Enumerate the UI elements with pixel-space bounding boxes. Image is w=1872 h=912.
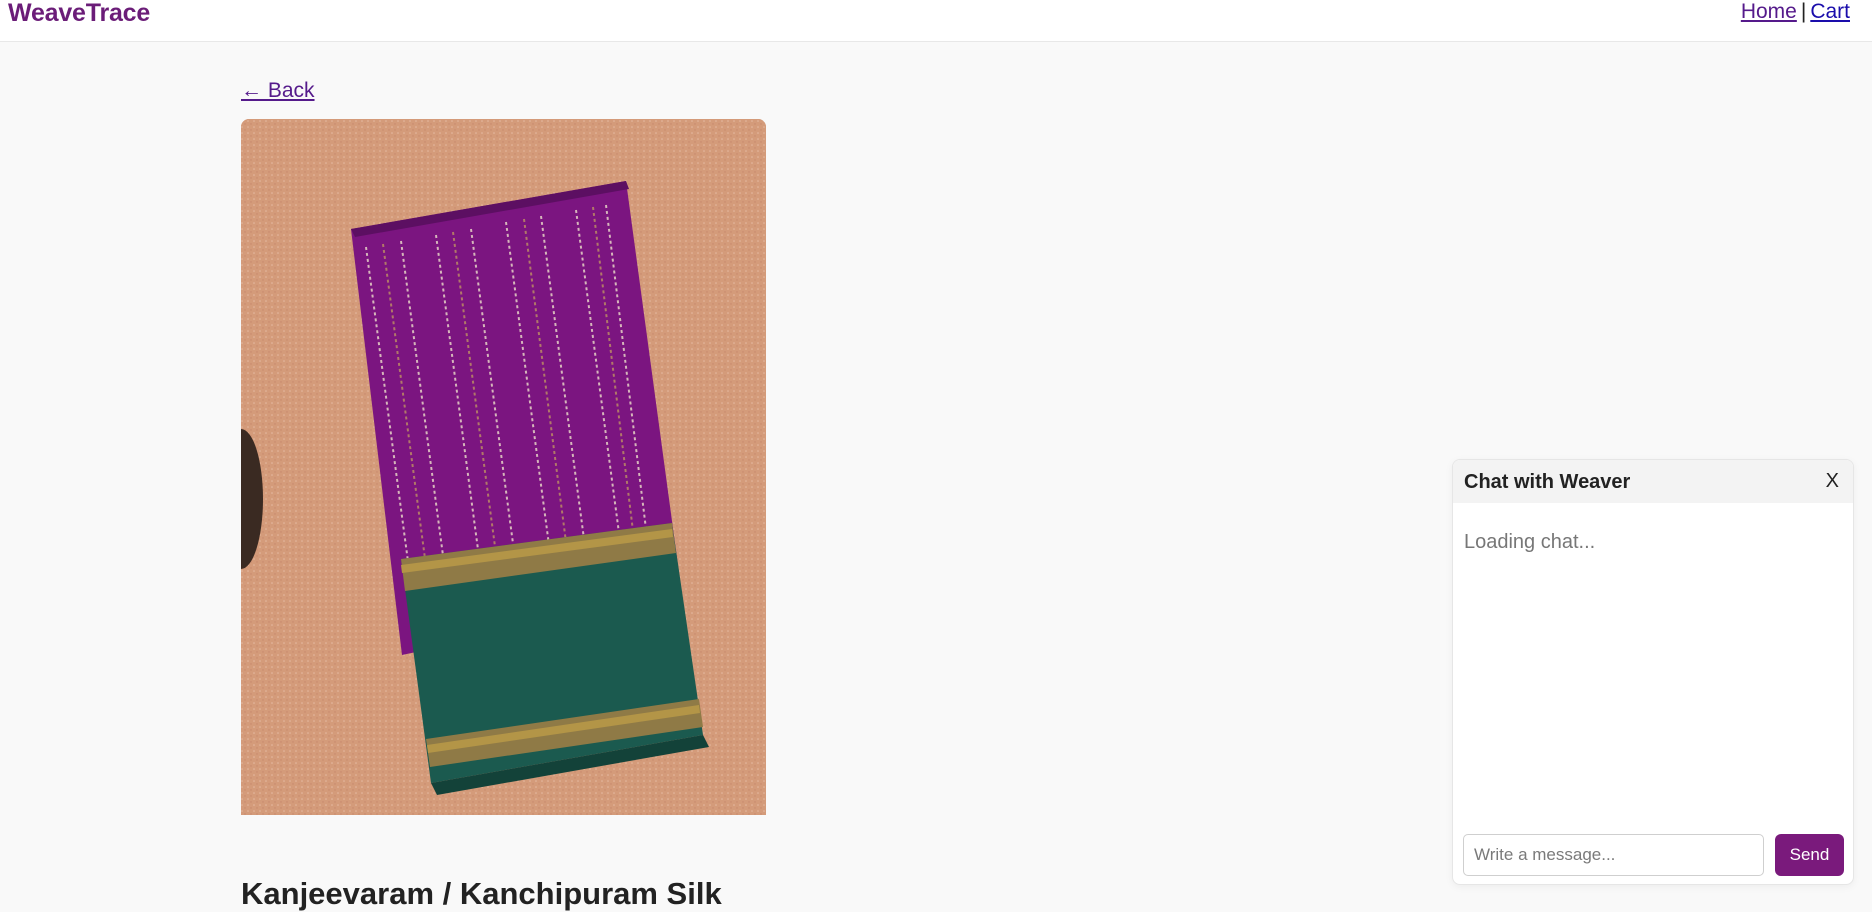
nav-cart-link[interactable]: Cart xyxy=(1810,0,1850,23)
chat-send-button[interactable]: Send xyxy=(1775,834,1844,876)
chat-message-input[interactable] xyxy=(1463,834,1764,876)
nav-separator: | xyxy=(1800,0,1807,23)
back-link[interactable]: ← Back xyxy=(241,79,315,103)
nav-home-link[interactable]: Home xyxy=(1741,0,1797,23)
product-image xyxy=(241,119,766,815)
top-nav: Home | Cart xyxy=(1741,0,1850,24)
chat-title: Chat with Weaver xyxy=(1464,471,1631,493)
top-bar: WeaveTrace Home | Cart xyxy=(0,0,1872,42)
chat-loading-status: Loading chat... xyxy=(1464,531,1596,553)
chat-header: Chat with Weaver X xyxy=(1453,460,1853,503)
brand-logo[interactable]: WeaveTrace xyxy=(8,0,150,28)
product-title: Kanjeevaram / Kanchipuram Silk xyxy=(241,876,722,911)
chat-close-button[interactable]: X xyxy=(1826,470,1839,493)
chat-widget: Chat with Weaver X Loading chat... Send xyxy=(1452,459,1854,885)
